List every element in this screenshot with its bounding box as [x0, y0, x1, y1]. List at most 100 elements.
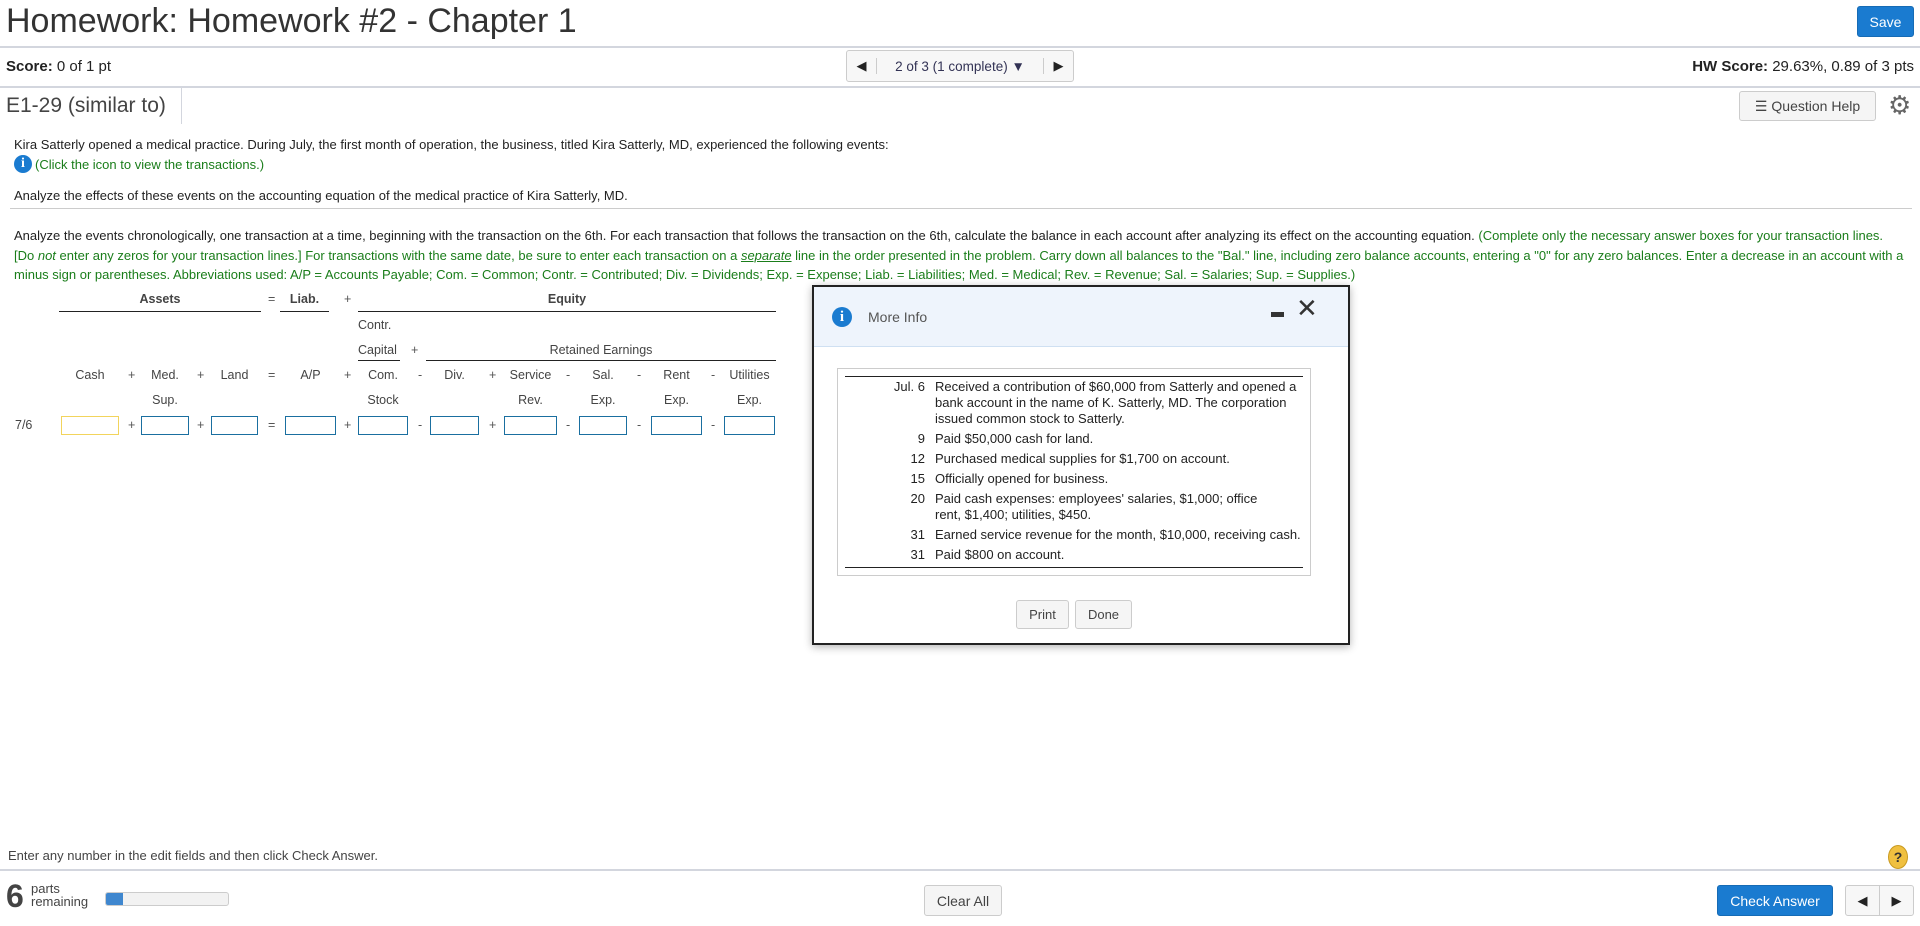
transaction-text: Purchased medical supplies for $1,700 on…	[935, 451, 1230, 466]
col-sal-exp-2: Exp.	[590, 393, 616, 407]
land-input[interactable]	[211, 416, 258, 435]
question-id: E1-29 (similar to)	[6, 94, 166, 117]
col-land: Land	[220, 368, 249, 382]
score-value: 0 of 1 pt	[56, 58, 112, 75]
underline	[59, 311, 261, 312]
minus-sign: -	[418, 368, 423, 382]
plus-sign: +	[489, 418, 497, 432]
liab-header: Liab.	[289, 292, 320, 306]
capital-label: Capital	[358, 343, 397, 357]
plus-sign: +	[344, 368, 352, 382]
close-icon[interactable]: ✕	[1296, 293, 1318, 324]
equals-sign: =	[268, 292, 276, 306]
underline	[280, 311, 329, 312]
prev-question-icon[interactable]: ◀	[847, 58, 877, 74]
transaction-date: 20	[910, 491, 925, 506]
instructions: Analyze the events chronologically, one …	[14, 226, 1904, 285]
divider	[0, 46, 1920, 48]
utilities-exp-input[interactable]	[724, 416, 775, 435]
question-dropdown-label: 2 of 3 (1 complete)	[895, 58, 1008, 74]
divider	[10, 208, 1912, 209]
check-answer-button[interactable]: Check Answer	[1717, 885, 1833, 916]
plus-sign: +	[128, 418, 136, 432]
minus-sign: -	[566, 418, 571, 432]
underline	[426, 360, 776, 361]
info-icon[interactable]: i	[14, 155, 32, 173]
plus-sign: +	[344, 418, 352, 432]
minus-sign: -	[566, 368, 571, 382]
plus-sign: +	[489, 368, 497, 382]
plus-sign: +	[411, 343, 419, 357]
hint-text: Enter any number in the edit fields and …	[8, 848, 378, 863]
question-dropdown[interactable]: 2 of 3 (1 complete) ▼	[877, 59, 1043, 74]
clear-all-button[interactable]: Clear All	[924, 885, 1002, 916]
prev-part-icon[interactable]: ◀	[1846, 886, 1880, 915]
plus-sign: +	[128, 368, 136, 382]
transaction-date: 15	[910, 471, 925, 486]
question-navigator: ◀ 2 of 3 (1 complete) ▼ ▶	[846, 50, 1074, 82]
parts-count: 6	[6, 878, 24, 914]
minus-sign: -	[711, 418, 716, 432]
sal-exp-input[interactable]	[579, 416, 627, 435]
progress-fill	[106, 893, 124, 905]
transaction-date: Jul. 6	[893, 379, 925, 394]
hw-score-value: 29.63%, 0.89 of 3 pts	[1772, 58, 1914, 75]
equity-header: Equity	[547, 292, 587, 306]
save-button[interactable]: Save	[1857, 6, 1914, 37]
help-icon[interactable]: ?	[1888, 845, 1908, 869]
col-sal-exp: Sal.	[592, 368, 614, 382]
col-ap: A/P	[300, 368, 321, 382]
score: Score: 0 of 1 pt	[6, 58, 111, 75]
cash-input[interactable]	[61, 416, 119, 435]
underline	[358, 360, 400, 361]
med-sup-input[interactable]	[141, 416, 189, 435]
col-rent-exp: Rent	[663, 368, 690, 382]
hw-score: HW Score: 29.63%, 0.89 of 3 pts	[1692, 58, 1914, 75]
click-icon-text: (Click the icon to view the transactions…	[35, 156, 265, 172]
part-navigator: ◀ ▶	[1845, 885, 1914, 916]
parts-label: parts remaining	[31, 882, 88, 908]
problem-intro: Kira Satterly opened a medical practice.…	[14, 137, 889, 152]
com-stock-input[interactable]	[358, 416, 408, 435]
transaction-date: 12	[910, 451, 925, 466]
rule	[845, 567, 1303, 568]
row-date: 7/6	[15, 418, 33, 432]
plus-sign: +	[197, 368, 205, 382]
info-icon: i	[832, 307, 852, 327]
question-help-label: Question Help	[1771, 98, 1861, 114]
divider	[0, 869, 1920, 871]
done-button[interactable]: Done	[1075, 600, 1132, 629]
col-com-stock: Com.	[368, 368, 398, 382]
question-help-button[interactable]: ☰ Question Help	[1739, 91, 1876, 121]
divider	[181, 88, 182, 124]
col-med-sup: Med.	[151, 368, 179, 382]
rule	[845, 376, 1303, 377]
gear-icon[interactable]: ⚙	[1888, 90, 1911, 121]
parts-progress-bar	[105, 892, 229, 906]
divider	[0, 86, 1920, 88]
parts-label-2: remaining	[31, 894, 89, 909]
transaction-text: Officially opened for business.	[935, 471, 1109, 486]
transaction-text: Paid cash expenses: employees' salaries,…	[935, 491, 1258, 522]
transactions-link[interactable]: i (Click the icon to view the transactio…	[14, 155, 264, 173]
note-not: not	[37, 247, 56, 263]
div-input[interactable]	[430, 416, 479, 435]
transaction-date: 31	[910, 527, 925, 542]
transaction-text: Received a contribution of $60,000 from …	[935, 379, 1297, 426]
more-info-dialog: i More Info ✕ Jul. 6 Received a contribut…	[812, 285, 1350, 645]
col-div: Div.	[444, 368, 465, 382]
note-part: enter any zeros for your transaction lin…	[55, 247, 741, 263]
minus-sign: -	[711, 368, 716, 382]
next-question-icon[interactable]: ▶	[1043, 58, 1073, 74]
minimize-icon[interactable]	[1271, 312, 1284, 317]
print-button[interactable]: Print	[1016, 600, 1069, 629]
next-part-icon[interactable]: ▶	[1880, 886, 1913, 915]
rent-exp-input[interactable]	[651, 416, 702, 435]
transaction-text: Earned service revenue for the month, $1…	[935, 527, 1301, 542]
service-rev-input[interactable]	[504, 416, 557, 435]
transaction-text: Paid $50,000 cash for land.	[935, 431, 1094, 446]
transaction-text: Paid $800 on account.	[935, 547, 1065, 562]
col-utilities-exp-2: Exp.	[736, 393, 762, 407]
ap-input[interactable]	[285, 416, 336, 435]
transaction-date: 9	[917, 431, 925, 446]
